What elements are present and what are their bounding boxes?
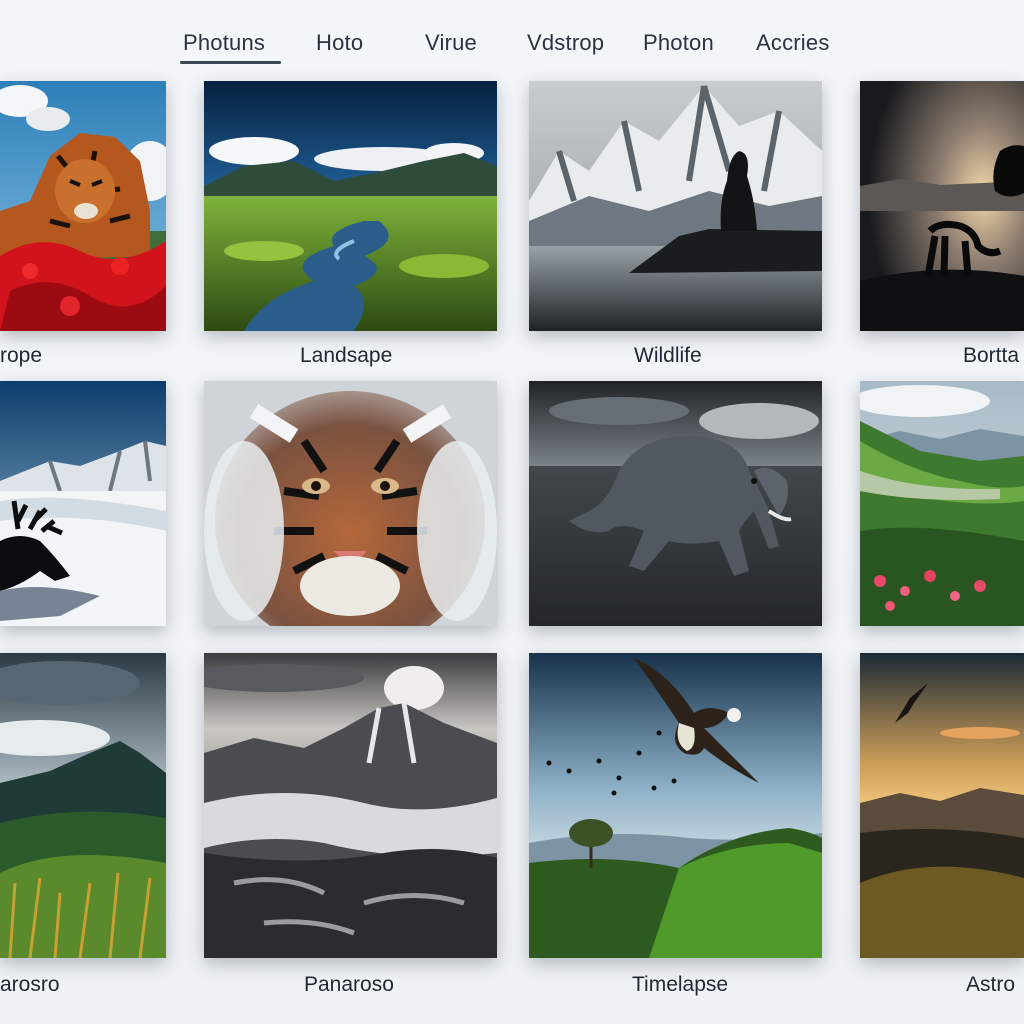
label-rope: rope <box>0 344 43 367</box>
photo-green-valley-flowers[interactable] <box>860 381 1024 626</box>
photo-tiger-red-flowers[interactable] <box>0 81 166 331</box>
photo-panther-dusk[interactable] <box>860 81 1024 331</box>
tab-photon[interactable]: Photon <box>643 30 714 56</box>
photo-eagle-forest[interactable] <box>529 653 822 958</box>
label-landsape: Landsape <box>300 344 393 367</box>
tab-virue[interactable]: Virue <box>425 30 477 56</box>
label-panaroso: Panaroso <box>304 973 394 996</box>
tab-hoto[interactable]: Hoto <box>316 30 363 56</box>
label-timelapse: Timelapse <box>632 973 729 996</box>
tab-photuns[interactable]: Photuns <box>179 30 282 64</box>
photo-sunset-bird[interactable] <box>860 653 1024 958</box>
photo-moose-snow[interactable] <box>0 381 166 626</box>
label-bortta: Bortta <box>963 344 1020 367</box>
photo-elephant-water[interactable] <box>529 381 822 626</box>
tab-accries[interactable]: Accries <box>756 30 830 56</box>
label-wildlife: Wildlife <box>634 344 702 367</box>
label-astro: Astro <box>966 973 1016 996</box>
tab-vdstrop[interactable]: Vdstrop <box>527 30 604 56</box>
photo-volcanic-mountains[interactable] <box>204 653 497 958</box>
photo-snowy-tiger[interactable] <box>204 381 497 626</box>
photo-mountain-meadow[interactable] <box>0 653 166 958</box>
top-nav: Photuns Hoto Virue Vdstrop Photon Accrie… <box>0 0 1024 70</box>
photo-green-valley[interactable] <box>204 81 497 331</box>
photo-snowy-peaks[interactable] <box>529 81 822 331</box>
label-arosro: arosro <box>0 973 60 996</box>
